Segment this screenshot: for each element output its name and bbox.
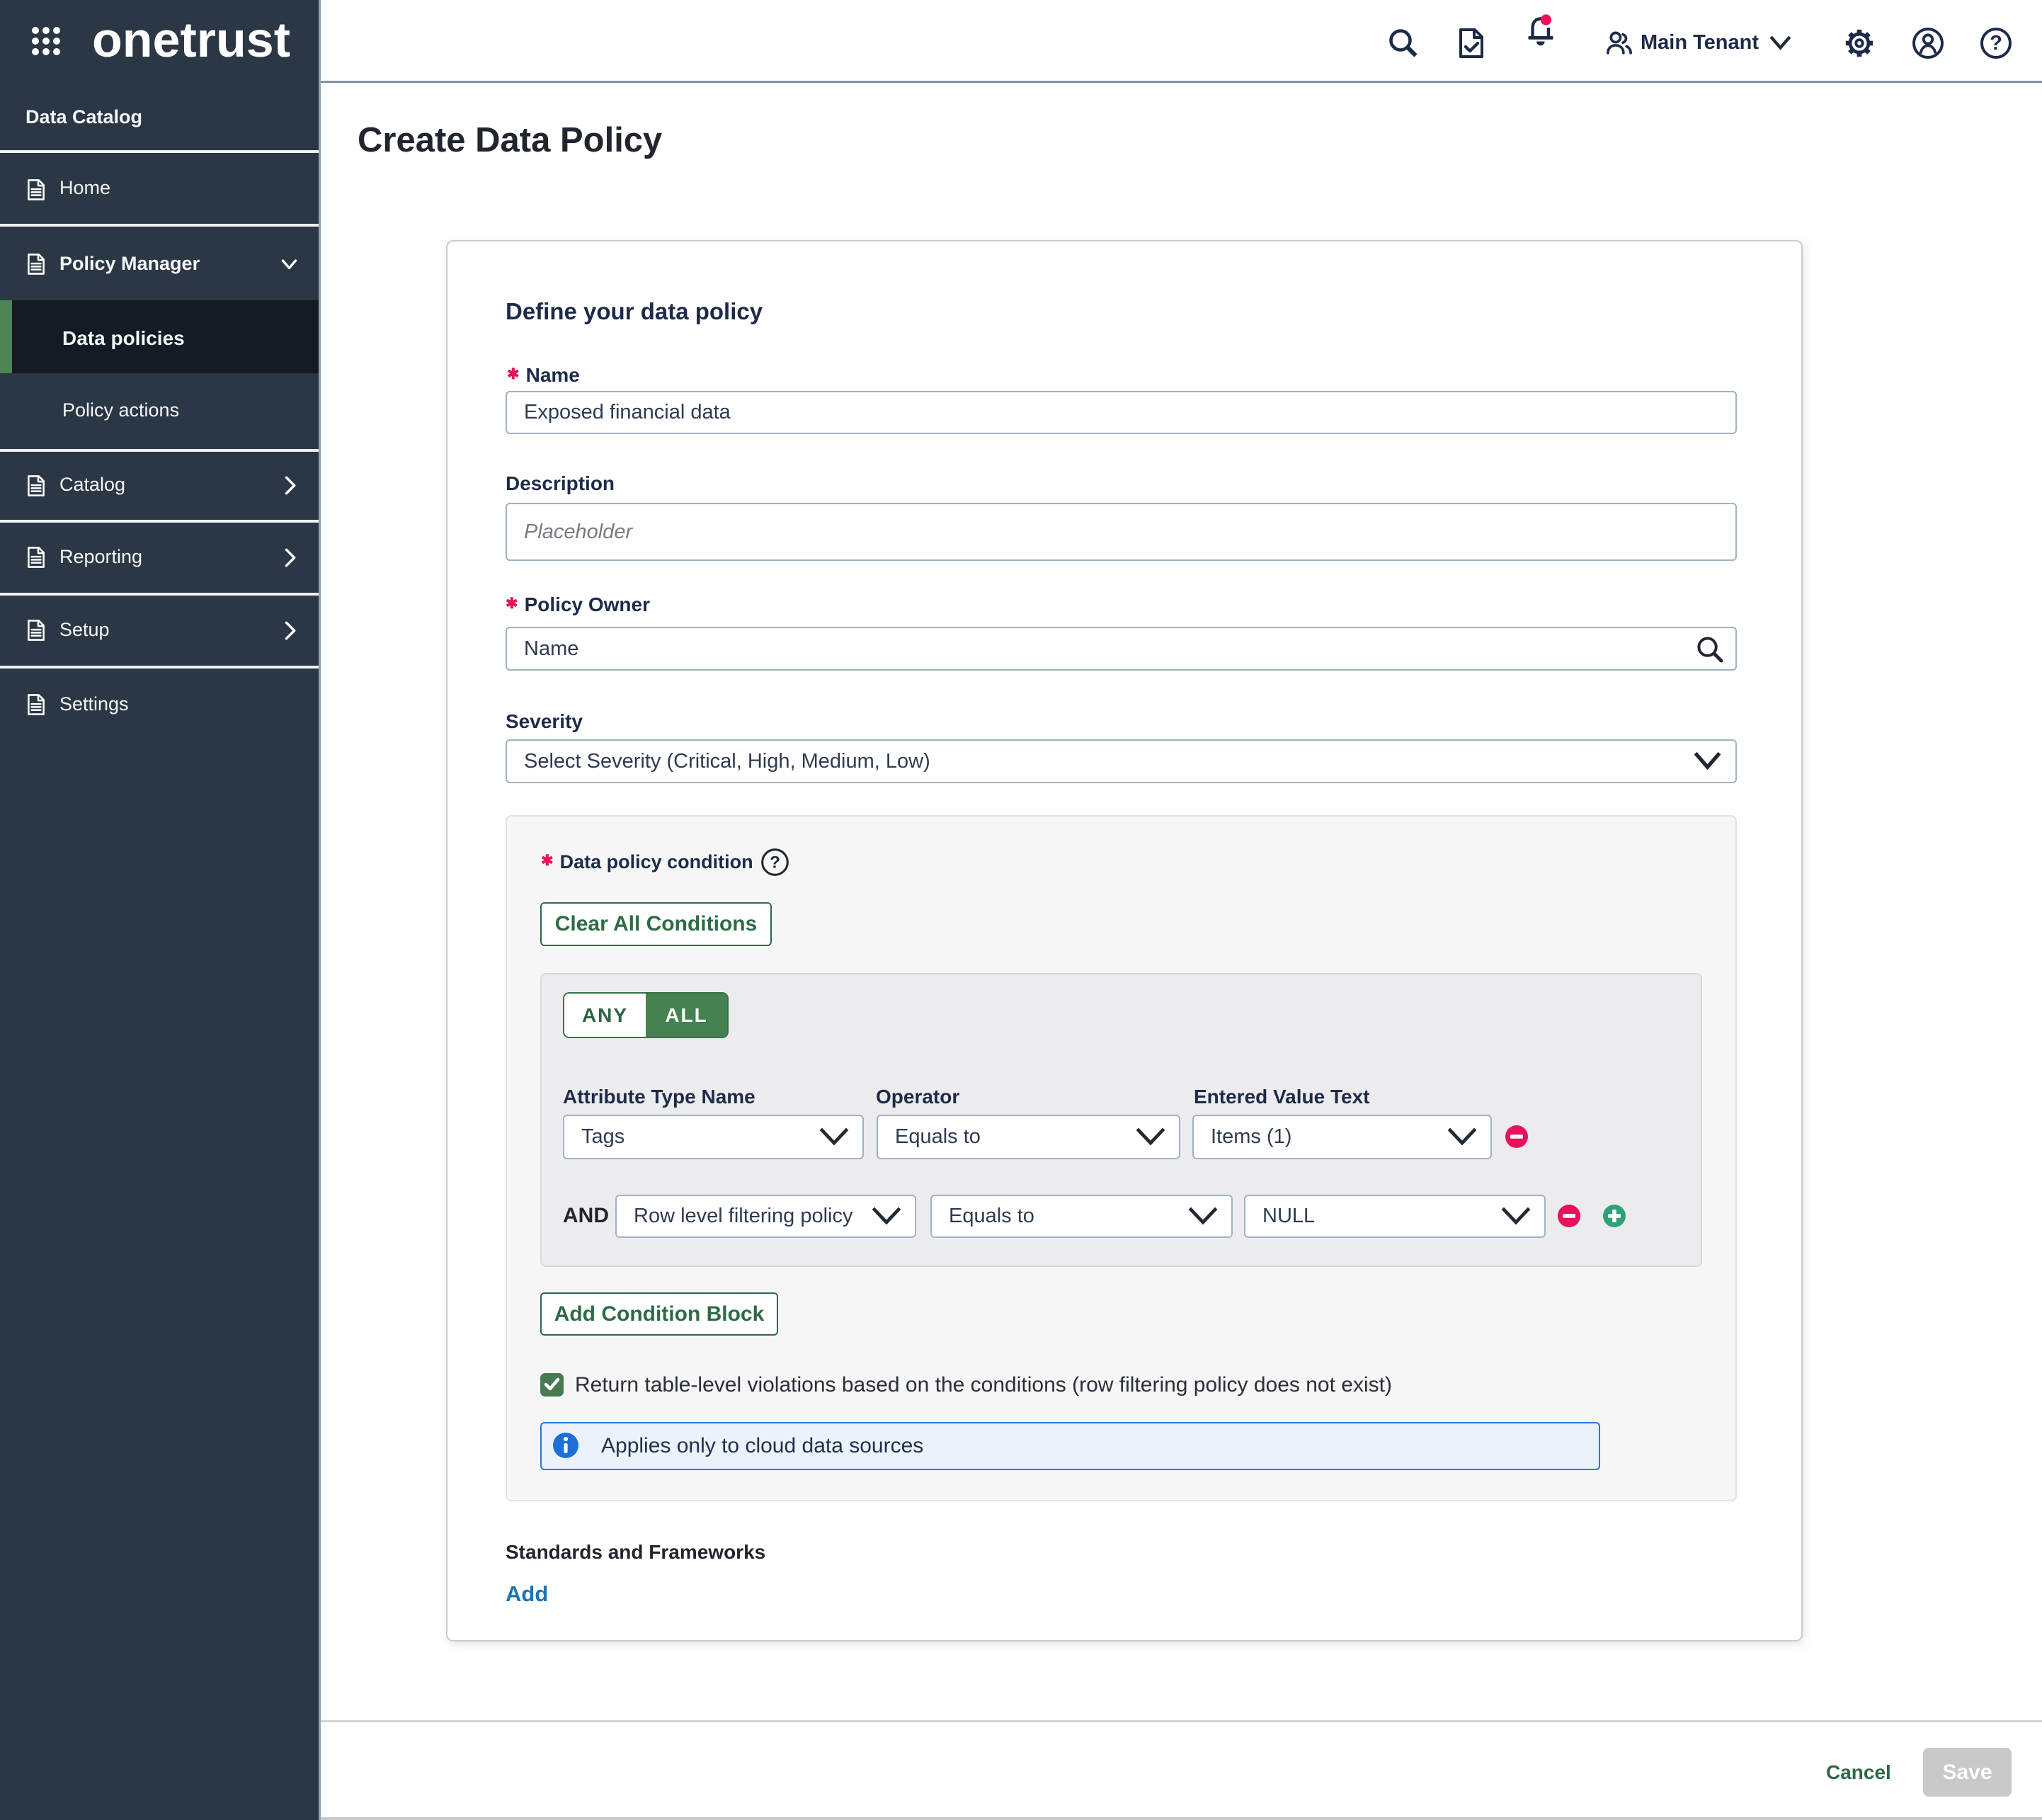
svg-text:?: ? xyxy=(770,853,780,872)
svg-text:?: ? xyxy=(1990,32,2002,55)
